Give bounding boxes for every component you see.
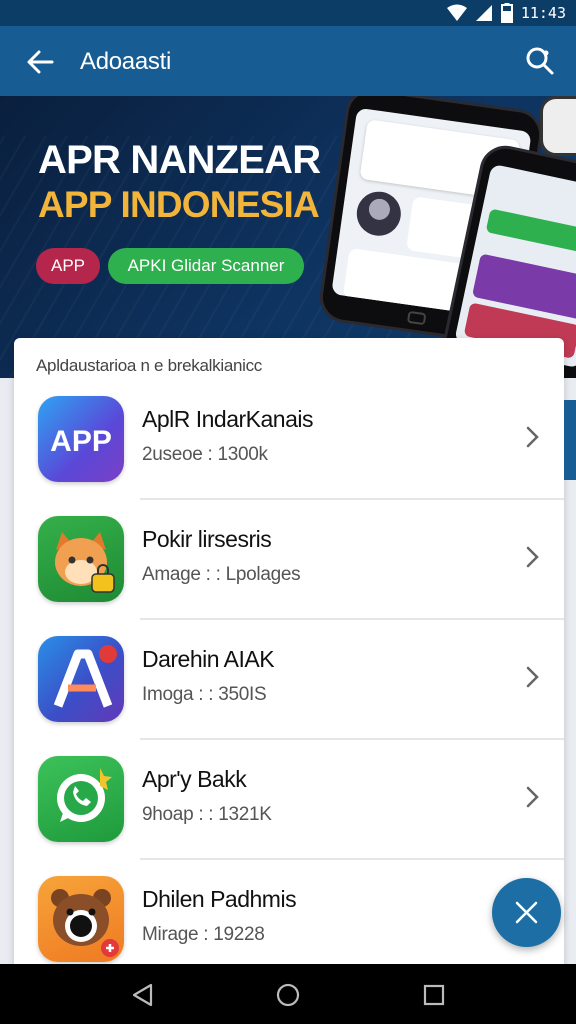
app-name: Dhilen Padhmis (142, 886, 297, 912)
app-meta: 9hoap : : 1321K (142, 804, 272, 825)
app-name: Apr'y Bakk (142, 766, 247, 792)
app-meta: 2useoe : 1300k (142, 444, 268, 465)
app-bar-title: Adoaasti (80, 48, 171, 75)
app-meta: Imoga : : 350IS (142, 684, 267, 705)
status-time: 11:43 (520, 4, 566, 22)
svg-text:APP: APP (50, 425, 112, 458)
side-accent-strip (564, 400, 576, 480)
row-divider (140, 858, 564, 860)
app-name: Pokir lirsesris (142, 526, 272, 552)
list-item[interactable]: Dhilen Padhmis Mirage : 19228 (14, 876, 564, 978)
signal-icon (475, 5, 492, 21)
close-fab-button[interactable] (492, 878, 561, 947)
app-list-card: Apldaustarioa n e brekalkianicc APP AplR… (14, 338, 564, 978)
phone-card-image (353, 188, 404, 239)
nav-recents-icon[interactable] (421, 982, 447, 1008)
scanner-pill-button[interactable]: APKI Glidar Scanner (108, 248, 304, 284)
phone-home-button (406, 310, 427, 326)
banner-subheadline: APP INDONESIA (38, 184, 320, 225)
bear-character-icon (38, 876, 124, 962)
chevron-right-icon (526, 426, 539, 448)
app-pill-button[interactable]: APP (36, 248, 100, 284)
app-meta: Mirage : 19228 (142, 924, 265, 945)
system-nav-bar (0, 964, 576, 1024)
app-meta: Amage : : Lpolages (142, 564, 301, 585)
cartoon-character-icon (38, 516, 124, 602)
app-bar: Adoaasti (0, 26, 576, 96)
phone-card (485, 208, 576, 256)
list-item[interactable]: APP AplR IndarKanais 2useoe : 1300k (14, 396, 564, 517)
chat-bubble-icon (38, 756, 124, 842)
nav-home-icon[interactable] (275, 982, 301, 1008)
list-item[interactable]: Darehin AIAK Imoga : : 350IS (14, 636, 564, 757)
search-icon[interactable] (524, 45, 556, 77)
status-bar: 11:43 (0, 0, 576, 26)
row-divider (140, 738, 564, 740)
phone-mockup (540, 96, 576, 156)
battery-icon (500, 3, 513, 23)
nav-back-icon[interactable] (130, 982, 156, 1008)
list-item[interactable]: Apr'y Bakk 9hoap : : 1321K (14, 756, 564, 877)
close-icon (515, 901, 538, 924)
list-subtitle: Apldaustarioa n e brekalkianicc (36, 356, 263, 375)
wifi-icon (446, 4, 467, 21)
chevron-right-icon (526, 666, 539, 688)
app-logo-icon: APP (38, 396, 124, 482)
app-name: Darehin AIAK (142, 646, 275, 672)
list-item[interactable]: Pokir lirsesris Amage : : Lpolages (14, 516, 564, 637)
back-arrow-icon[interactable] (24, 46, 56, 78)
chevron-right-icon (526, 546, 539, 568)
app-name: AplR IndarKanais (142, 406, 314, 432)
row-divider (140, 618, 564, 620)
promo-banner: APR NANZEAR APP INDONESIA APP APKI Glida… (0, 96, 576, 378)
row-divider (140, 498, 564, 500)
banner-headline: APR NANZEAR (38, 138, 321, 182)
chevron-right-icon (526, 786, 539, 808)
a-logo-icon (38, 636, 124, 722)
status-icons: 11:43 (446, 3, 566, 23)
